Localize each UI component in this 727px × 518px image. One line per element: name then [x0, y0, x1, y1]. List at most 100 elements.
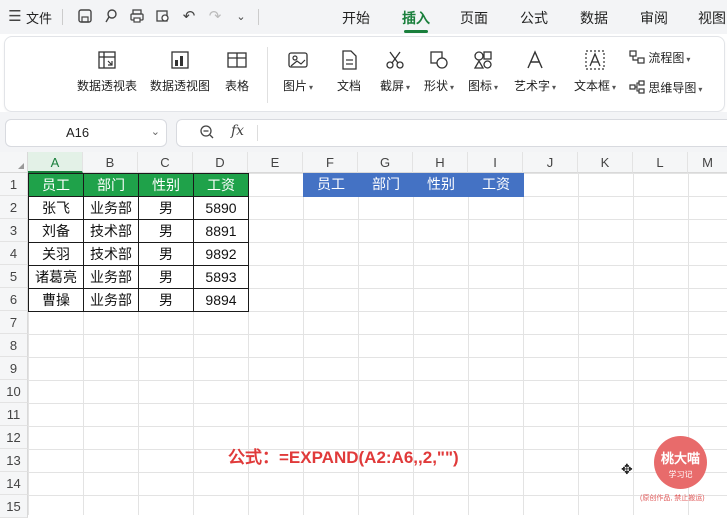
- chevron-down-icon: ▾: [450, 83, 455, 92]
- table-cell[interactable]: 业务部: [83, 196, 139, 220]
- column-header-l[interactable]: L: [633, 152, 688, 173]
- column-header-k[interactable]: K: [578, 152, 633, 173]
- table-cell[interactable]: 刘备: [28, 219, 84, 243]
- table-cell[interactable]: 技术部: [83, 242, 139, 266]
- column-header-m[interactable]: M: [688, 152, 727, 173]
- row-header-14[interactable]: 14: [0, 472, 28, 495]
- row-header-4[interactable]: 4: [0, 242, 28, 265]
- mindmap-button[interactable]: 思维导图 ▾: [629, 79, 702, 96]
- table-cell[interactable]: 男: [138, 219, 194, 243]
- table-cell[interactable]: 9892: [193, 242, 249, 266]
- row-header-8[interactable]: 8: [0, 334, 28, 357]
- select-all-button[interactable]: [0, 152, 28, 173]
- wordart-button[interactable]: 艺术字 ▾: [509, 49, 561, 94]
- table-cell[interactable]: 5890: [193, 196, 249, 220]
- column-header-e[interactable]: E: [248, 152, 303, 173]
- table-cell[interactable]: 男: [138, 196, 194, 220]
- table-cell[interactable]: 技术部: [83, 219, 139, 243]
- source-header-cell[interactable]: 工资: [193, 173, 249, 197]
- row-header-5[interactable]: 5: [0, 265, 28, 288]
- target-header-cell[interactable]: 工资: [468, 173, 524, 197]
- row-header-3[interactable]: 3: [0, 219, 28, 242]
- icon-button[interactable]: 图标 ▾: [463, 49, 503, 94]
- row-header-10[interactable]: 10: [0, 380, 28, 403]
- row-header-6[interactable]: 6: [0, 288, 28, 311]
- redo-icon[interactable]: ↷: [206, 8, 224, 26]
- textbox-button[interactable]: 文本框 ▾: [569, 49, 621, 94]
- column-header-a[interactable]: A: [28, 152, 83, 173]
- screenshot-button[interactable]: 截屏 ▾: [375, 49, 415, 94]
- table-cell[interactable]: 业务部: [83, 265, 139, 289]
- tab-formula[interactable]: 公式: [520, 8, 548, 28]
- table-button[interactable]: 表格: [219, 49, 255, 94]
- column-header-d[interactable]: D: [193, 152, 248, 173]
- print-preview-icon[interactable]: [154, 8, 172, 26]
- column-header-j[interactable]: J: [523, 152, 578, 173]
- pivot-chart-button[interactable]: 数据透视图: [147, 49, 213, 94]
- shape-button[interactable]: 形状 ▾: [419, 49, 459, 94]
- chevron-down-icon[interactable]: ⌄: [232, 8, 250, 26]
- ribbon-insert: 数据透视表 数据透视图 表格 图片 ▾ 文档 截屏 ▾ 形状 ▾ 图标 ▾ 艺术字 ▾ 文…: [4, 36, 725, 112]
- column-header-g[interactable]: G: [358, 152, 413, 173]
- row-header-7[interactable]: 7: [0, 311, 28, 334]
- table-cell[interactable]: 业务部: [83, 288, 139, 312]
- tab-home[interactable]: 开始: [342, 8, 370, 28]
- table-cell[interactable]: 男: [138, 288, 194, 312]
- menu-icon[interactable]: ☰: [6, 8, 24, 26]
- row-header-9[interactable]: 9: [0, 357, 28, 380]
- table-cell[interactable]: 男: [138, 265, 194, 289]
- print-icon[interactable]: [128, 8, 146, 26]
- screenshot-label: 截屏: [379, 79, 404, 93]
- source-header-cell[interactable]: 性别: [138, 173, 194, 197]
- row-header-12[interactable]: 12: [0, 426, 28, 449]
- table-cell[interactable]: 诸葛亮: [28, 265, 84, 289]
- table-cell[interactable]: 8891: [193, 219, 249, 243]
- target-header-cell[interactable]: 性别: [413, 173, 469, 197]
- document-label: 文档: [336, 79, 361, 93]
- row-header-11[interactable]: 11: [0, 403, 28, 426]
- document-button[interactable]: 文档: [331, 49, 367, 94]
- source-header-cell[interactable]: 员工: [28, 173, 84, 197]
- wordart-icon: [527, 50, 543, 69]
- tab-view[interactable]: 视图: [698, 8, 726, 28]
- formula-input[interactable]: fx: [176, 119, 727, 147]
- row-header-13[interactable]: 13: [0, 449, 28, 472]
- tab-data[interactable]: 数据: [580, 8, 608, 28]
- row-header-1[interactable]: 1: [0, 173, 28, 196]
- row-header-2[interactable]: 2: [0, 196, 28, 219]
- table-cell[interactable]: 关羽: [28, 242, 84, 266]
- watermark-subtitle: 学习记: [668, 470, 693, 479]
- target-header-cell[interactable]: 部门: [358, 173, 414, 197]
- table-cell[interactable]: 9894: [193, 288, 249, 312]
- column-header-h[interactable]: H: [413, 152, 468, 173]
- name-box[interactable]: A16 ⌄: [5, 119, 167, 147]
- wordart-label: 艺术字: [513, 79, 550, 93]
- tab-insert[interactable]: 插入: [402, 8, 430, 28]
- table-cell[interactable]: 张飞: [28, 196, 84, 220]
- format-painter-icon[interactable]: [102, 8, 120, 26]
- source-header-cell[interactable]: 部门: [83, 173, 139, 197]
- tab-page[interactable]: 页面: [460, 8, 488, 28]
- title-bar: ☰ 文件 ↶ ↷ ⌄ 开始 插入 页面 公式 数据 审阅 视图: [0, 0, 727, 34]
- flowchart-button[interactable]: 流程图 ▾: [629, 49, 690, 66]
- document-icon: [342, 50, 357, 70]
- save-icon[interactable]: [76, 8, 94, 26]
- file-menu[interactable]: 文件: [26, 8, 52, 27]
- pivot-table-button[interactable]: 数据透视表: [75, 49, 139, 94]
- picture-button[interactable]: 图片 ▾: [279, 49, 317, 94]
- column-header-c[interactable]: C: [138, 152, 193, 173]
- table-cell[interactable]: 曹操: [28, 288, 84, 312]
- table-cell[interactable]: 5893: [193, 265, 249, 289]
- tab-review[interactable]: 审阅: [640, 8, 668, 28]
- column-header-i[interactable]: I: [468, 152, 523, 173]
- column-header-f[interactable]: F: [303, 152, 358, 173]
- table-cell[interactable]: 男: [138, 242, 194, 266]
- target-header-cell[interactable]: 员工: [303, 173, 359, 197]
- zoom-icon[interactable]: [199, 124, 215, 143]
- textbox-icon: [585, 50, 605, 70]
- fx-icon[interactable]: fx: [231, 123, 244, 139]
- watermark-caption: (原创作品, 禁止搬运): [640, 495, 705, 502]
- undo-icon[interactable]: ↶: [180, 8, 198, 26]
- chevron-down-icon[interactable]: ⌄: [151, 125, 160, 138]
- column-header-b[interactable]: B: [83, 152, 138, 173]
